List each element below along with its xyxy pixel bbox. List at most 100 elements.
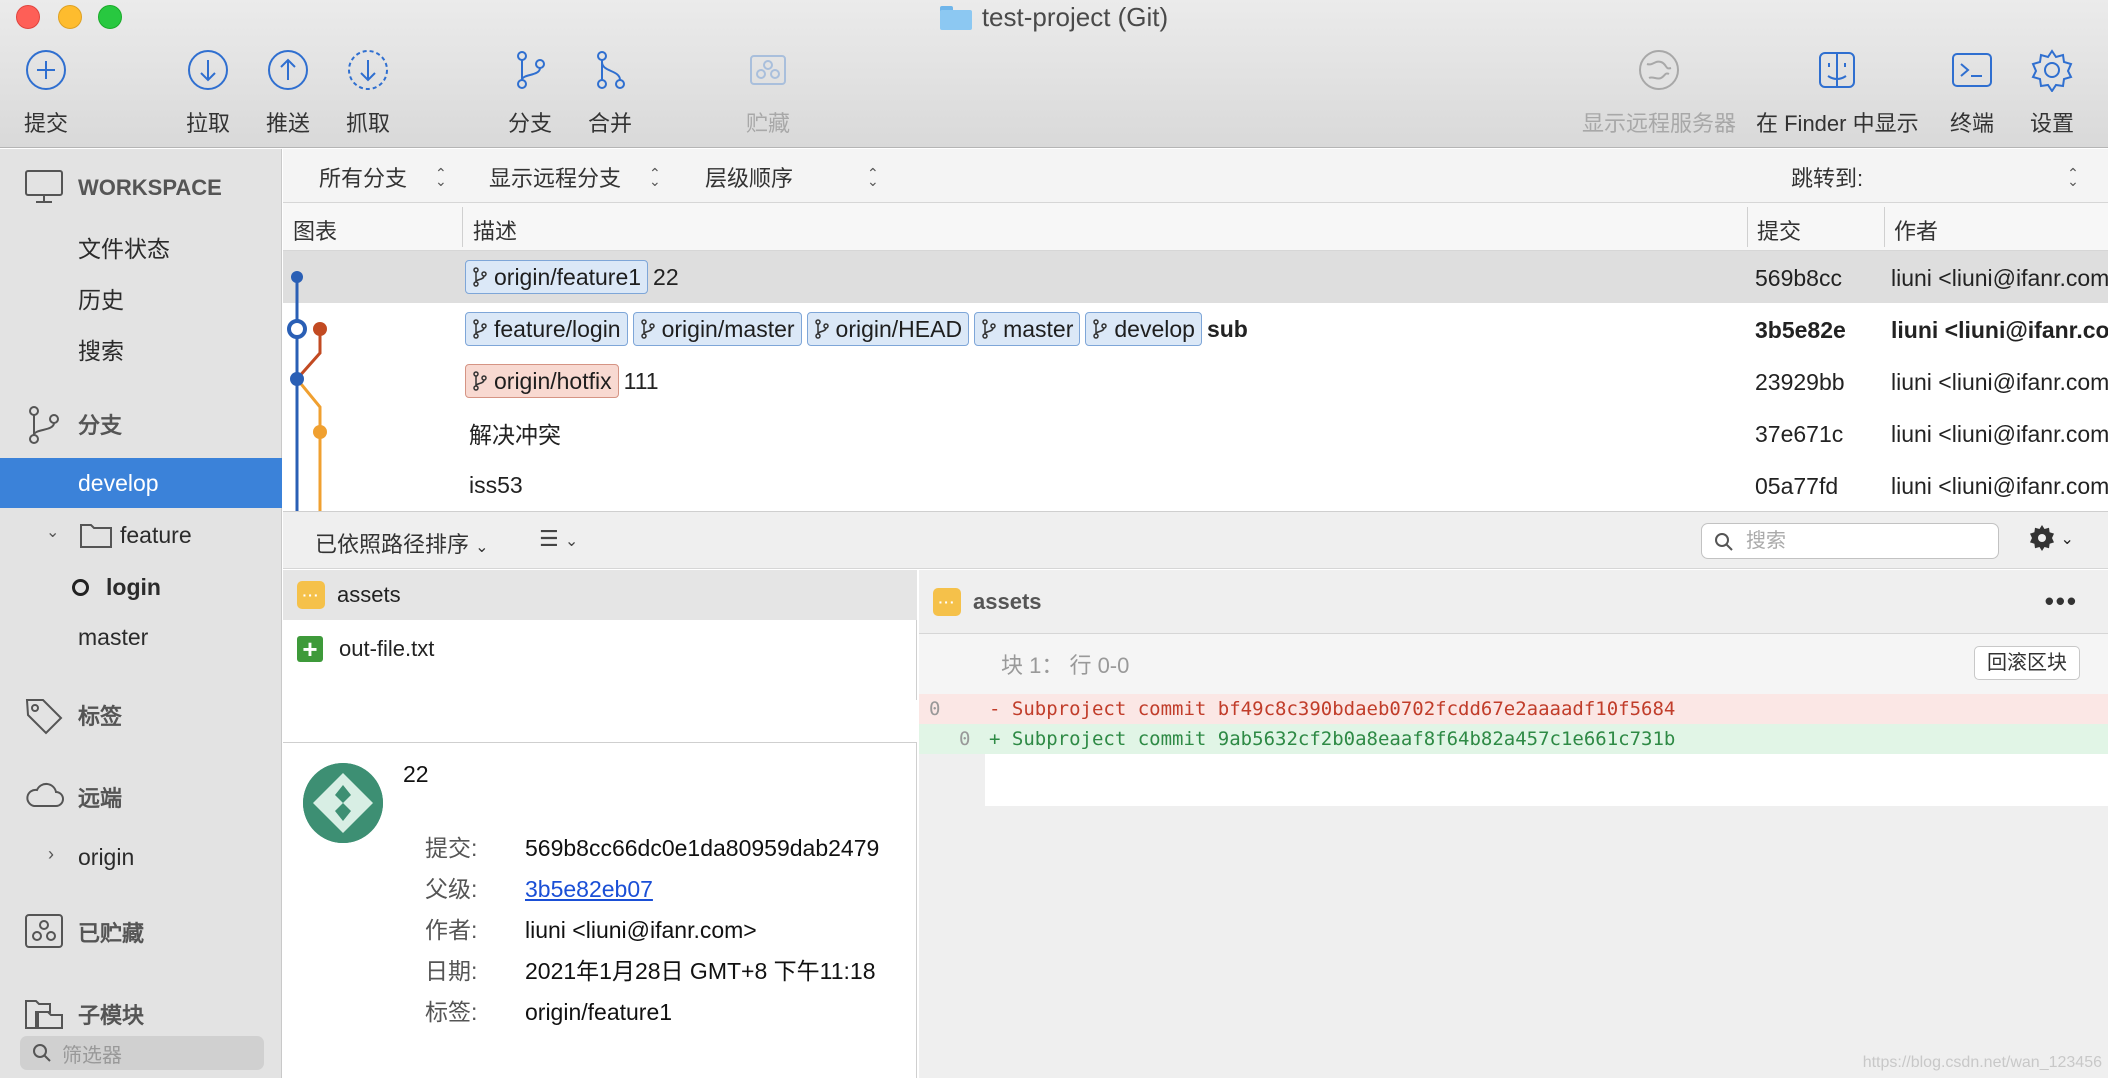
file-row[interactable]: ··· assets (283, 570, 917, 620)
diff-sign: - (989, 698, 1001, 720)
settings-button[interactable]: 设置 (2030, 48, 2074, 138)
column-graph[interactable]: 图表 (293, 214, 337, 246)
history-options-bar: 所有分支 ⌃ ⌄ 显示远程分支 ⌃ ⌄ 层级顺序 ⌃ ⌄ 跳转到: ⌃ ⌄ (283, 149, 2108, 203)
diff-text: Subproject commit 9ab5632cf2b0a8eaaf8f64… (1011, 728, 1676, 750)
head-commit-node[interactable] (287, 319, 307, 339)
merge-icon (597, 51, 625, 89)
file-name: assets (337, 582, 401, 607)
show-in-finder-button[interactable]: 在 Finder 中显示 (1756, 48, 1919, 138)
sidebar-filter-input[interactable]: 筛选器 (20, 1036, 264, 1070)
commit-description: origin/hotfix 111 (465, 363, 659, 399)
commit-row[interactable]: feature/login origin/master origin/HEAD … (283, 303, 2108, 355)
show-remote-branches-select[interactable]: 显示远程分支 ⌃ ⌄ (489, 161, 661, 193)
push-button[interactable]: 推送 (266, 48, 310, 138)
diff-viewer: ··· assets ••• 块 1： 行 0-0 回滚区块 0 - Subpr… (919, 570, 2108, 1078)
commit-row[interactable]: origin/hotfix 111 23929bb liuni <liuni@i… (283, 355, 2108, 407)
order-select[interactable]: 层级顺序 ⌃ ⌄ (705, 161, 879, 193)
sidebar-item-origin[interactable]: › origin (0, 832, 282, 882)
sidebar-submodules-header[interactable]: 子模块 (0, 989, 282, 1039)
sidebar-item-search[interactable]: 搜索 (0, 324, 282, 374)
chevron-down-icon: ⌄ (475, 539, 489, 556)
feature-folder-label: feature (120, 521, 192, 548)
merge-button[interactable]: 合并 (588, 48, 632, 138)
sidebar-item-master[interactable]: master (0, 612, 282, 662)
branch-icon (29, 406, 59, 444)
commit-node[interactable] (313, 425, 327, 439)
cloud-icon (26, 782, 64, 807)
file-row[interactable]: + out-file.txt (283, 624, 917, 674)
filter-placeholder: 筛选器 (62, 1044, 122, 1067)
diff-empty-area (985, 754, 2108, 806)
pull-button[interactable]: 拉取 (186, 48, 230, 138)
sidebar-folder-feature[interactable]: ⌄ feature (0, 510, 282, 560)
hunk-header: 块 1： 行 0-0 回滚区块 (919, 634, 2108, 694)
commit-label: 提交 (24, 111, 69, 136)
stash-icon (750, 55, 786, 85)
sort-menu[interactable]: 已依照路径排序 ⌄ (315, 527, 489, 559)
ref-name: origin/HEAD (835, 315, 963, 342)
window-title: test-project (Git) (0, 2, 2108, 33)
commit-description: origin/feature1 22 (465, 259, 679, 295)
terminal-button[interactable]: 终端 (1950, 48, 1994, 138)
file-list-toolbar: 已依照路径排序 ⌄ ☰ ⌄ 搜索 ⌄ (283, 511, 2108, 569)
ref-name: develop (1114, 315, 1195, 342)
search-placeholder: 搜索 (1746, 530, 1786, 552)
sidebar-branches-header[interactable]: 分支 (0, 399, 282, 449)
folder-icon (939, 5, 972, 30)
column-author[interactable]: 作者 (1894, 214, 1938, 246)
commit-node[interactable] (313, 322, 327, 336)
sidebar-remotes-header[interactable]: 远端 (0, 772, 282, 822)
stash-label: 贮藏 (746, 111, 791, 136)
branch-button[interactable]: 分支 (508, 48, 552, 138)
ref-tag[interactable]: origin/feature1 (465, 260, 649, 294)
ref-tag[interactable]: origin/hotfix (465, 364, 619, 398)
sidebar-item-develop[interactable]: develop (0, 458, 282, 508)
remotes-label: 远端 (78, 786, 123, 811)
commit-row[interactable]: origin/feature1 22 569b8cc liuni <liuni@… (283, 251, 2108, 303)
sidebar-tags-header[interactable]: 标签 (0, 690, 282, 740)
file-options-menu[interactable]: ⌄ (2028, 524, 2074, 557)
ref-tag[interactable]: develop (1085, 312, 1202, 346)
commit-author: liuni <liuni@ifanr.com> (1891, 473, 2108, 499)
tag-icon (25, 699, 63, 735)
search-label: 搜索 (78, 338, 124, 364)
column-description[interactable]: 描述 (473, 214, 517, 246)
chevron-down-icon: ⌄ (46, 524, 60, 541)
more-options-icon[interactable]: ••• (2045, 586, 2078, 617)
ref-tag[interactable]: master (974, 312, 1081, 346)
all-branches-select[interactable]: 所有分支 ⌃ ⌄ (319, 161, 447, 193)
jump-to-select[interactable]: 跳转到: ⌃ ⌄ (1791, 161, 2079, 193)
commit-node[interactable] (290, 372, 304, 386)
discard-hunk-button[interactable]: 回滚区块 (1974, 646, 2080, 680)
commit-row[interactable]: iss53 05a77fd liuni <liuni@ifanr.com> (283, 459, 2108, 511)
column-separator (462, 207, 463, 247)
commit-row[interactable]: 解决冲突 37e671c liuni <liuni@ifanr.com> (283, 407, 2108, 459)
parent-link[interactable]: 3b5e82eb07 (525, 876, 653, 902)
ref-tag[interactable]: feature/login (465, 312, 628, 346)
column-commit[interactable]: 提交 (1757, 214, 1801, 246)
submodule-icon (25, 1000, 63, 1029)
chevron-down-icon: ⌄ (564, 533, 579, 550)
stash-button[interactable]: 贮藏 (746, 48, 790, 138)
sort-label: 已依照路径排序 (315, 532, 470, 557)
sidebar-item-file-status[interactable]: 文件状态 (0, 222, 282, 272)
show-remote-button[interactable]: 显示远程服务器 (1582, 48, 1736, 138)
detail-tags-row: 标签: origin/feature1 (425, 993, 672, 1027)
commit-node[interactable] (291, 271, 303, 283)
sidebar-stashes-header[interactable]: 已贮藏 (0, 907, 282, 957)
list-view-menu[interactable]: ☰ ⌄ (539, 526, 578, 552)
sidebar-item-history[interactable]: 历史 (0, 273, 282, 323)
file-search-input[interactable]: 搜索 (1701, 523, 1999, 559)
watermark: https://blog.csdn.net/wan_123456 (1862, 1054, 2102, 1071)
fetch-label: 抓取 (346, 111, 391, 136)
diff-text: Subproject commit bf49c8c390bdaeb0702fcd… (1011, 698, 1676, 720)
fetch-button[interactable]: 抓取 (346, 48, 390, 138)
commit-button[interactable]: 提交 (24, 48, 68, 138)
ref-tag[interactable]: origin/HEAD (806, 312, 970, 346)
branches-label: 分支 (78, 413, 123, 438)
ref-tag[interactable]: origin/master (632, 312, 802, 346)
terminal-label: 终端 (1950, 111, 1995, 136)
chevron-down-icon: ⌄ (2060, 531, 2074, 548)
sidebar-item-login[interactable]: login (0, 562, 282, 612)
tags-key: 标签: (425, 999, 478, 1025)
